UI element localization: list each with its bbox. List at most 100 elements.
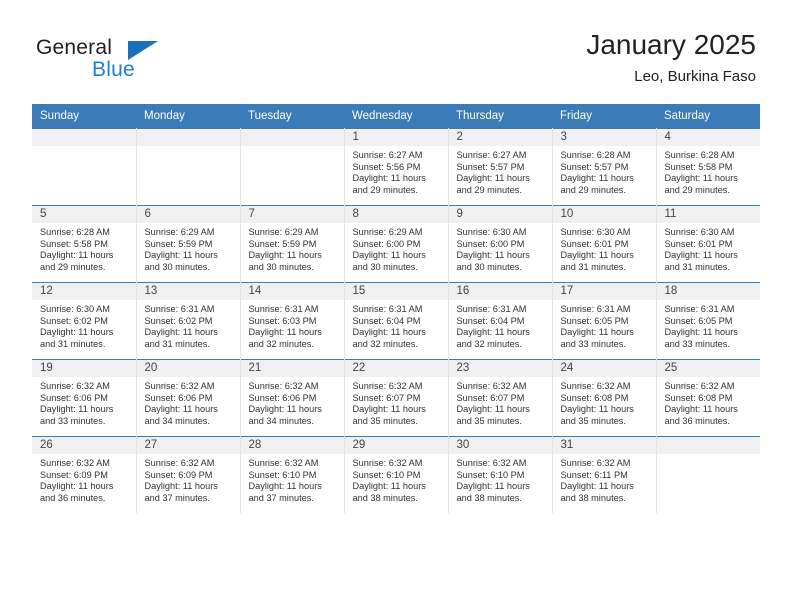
daylight-text-line2: and 29 minutes.: [352, 184, 418, 195]
day-number: 6: [136, 206, 240, 223]
calendar-day-cell[interactable]: 24 Sunrise: 6:32 AM Sunset: 6:08 PM Dayligh…: [552, 359, 657, 437]
sunset-text: Sunset: 6:09 PM: [40, 469, 108, 480]
calendar-day-cell[interactable]: 9 Sunrise: 6:30 AM Sunset: 6:00 PM Daylight…: [448, 205, 553, 283]
day-number: 7: [240, 206, 344, 223]
calendar-day-cell[interactable]: 27 Sunrise: 6:32 AM Sunset: 6:09 PM Dayligh…: [136, 436, 241, 513]
calendar-day-cell[interactable]: 10 Sunrise: 6:30 AM Sunset: 6:01 PM Dayligh…: [552, 205, 657, 283]
calendar-empty-cell: [240, 128, 345, 206]
daylight-text-line1: Daylight: 11 hours: [144, 327, 218, 338]
sunset-text: Sunset: 5:58 PM: [664, 161, 733, 172]
calendar-day-cell[interactable]: 14 Sunrise: 6:31 AM Sunset: 6:03 PM Dayligh…: [240, 282, 345, 360]
sunrise-text: Sunrise: 6:29 AM: [248, 227, 319, 237]
day-number: 4: [656, 129, 760, 146]
sunset-text: Sunset: 6:03 PM: [248, 315, 317, 326]
daylight-text-line1: Daylight: 11 hours: [560, 404, 634, 415]
calendar-week-row: 26 Sunrise: 6:32 AM Sunset: 6:09 PM Dayligh…: [32, 436, 760, 513]
daylight-text-line2: and 33 minutes.: [40, 415, 106, 426]
calendar-day-cell[interactable]: 2 Sunrise: 6:27 AM Sunset: 5:57 PM Daylight…: [448, 128, 553, 206]
calendar-day-cell[interactable]: 15 Sunrise: 6:31 AM Sunset: 6:04 PM Dayligh…: [344, 282, 449, 360]
calendar-day-cell[interactable]: 26 Sunrise: 6:32 AM Sunset: 6:09 PM Dayligh…: [32, 436, 137, 513]
daylight-text-line2: and 33 minutes.: [664, 338, 730, 349]
calendar-day-cell[interactable]: 12 Sunrise: 6:30 AM Sunset: 6:02 PM Dayligh…: [32, 282, 137, 360]
calendar-day-cell[interactable]: 5 Sunrise: 6:28 AM Sunset: 5:58 PM Daylight…: [32, 205, 137, 283]
calendar-day-cell[interactable]: 25 Sunrise: 6:32 AM Sunset: 6:08 PM Dayligh…: [656, 359, 760, 437]
day-number: 15: [344, 283, 448, 300]
sunrise-text: Sunrise: 6:32 AM: [352, 381, 423, 391]
calendar-day-cell[interactable]: 16 Sunrise: 6:31 AM Sunset: 6:04 PM Dayligh…: [448, 282, 553, 360]
day-details: Sunrise: 6:32 AM Sunset: 6:09 PM Daylight:…: [137, 454, 240, 504]
day-number: 23: [448, 360, 552, 377]
sunset-text: Sunset: 5:57 PM: [456, 161, 525, 172]
sunrise-text: Sunrise: 6:31 AM: [352, 304, 423, 314]
sunset-text: Sunset: 6:07 PM: [352, 392, 421, 403]
sunset-text: Sunset: 6:11 PM: [560, 469, 628, 480]
sunrise-text: Sunrise: 6:30 AM: [456, 227, 527, 237]
calendar-day-cell[interactable]: 22 Sunrise: 6:32 AM Sunset: 6:07 PM Dayligh…: [344, 359, 449, 437]
day-number: 30: [448, 437, 552, 454]
day-number: 16: [448, 283, 552, 300]
daylight-text-line1: Daylight: 11 hours: [248, 481, 322, 492]
calendar-day-cell[interactable]: 29 Sunrise: 6:32 AM Sunset: 6:10 PM Dayligh…: [344, 436, 449, 513]
page-subtitle: Leo, Burkina Faso: [634, 68, 756, 85]
daylight-text-line2: and 33 minutes.: [560, 338, 626, 349]
calendar-day-cell[interactable]: 17 Sunrise: 6:31 AM Sunset: 6:05 PM Dayligh…: [552, 282, 657, 360]
sunset-text: Sunset: 5:58 PM: [40, 238, 108, 249]
calendar-week-row: 19 Sunrise: 6:32 AM Sunset: 6:06 PM Dayligh…: [32, 359, 760, 437]
calendar-day-cell[interactable]: 18 Sunrise: 6:31 AM Sunset: 6:05 PM Dayligh…: [656, 282, 760, 360]
sunrise-text: Sunrise: 6:32 AM: [40, 458, 110, 468]
calendar-day-cell[interactable]: 1 Sunrise: 6:27 AM Sunset: 5:56 PM Daylight…: [344, 128, 449, 206]
sunset-text: Sunset: 6:10 PM: [352, 469, 421, 480]
calendar-day-cell[interactable]: 13 Sunrise: 6:31 AM Sunset: 6:02 PM Dayligh…: [136, 282, 241, 360]
sunrise-text: Sunrise: 6:32 AM: [352, 458, 423, 468]
calendar-day-cell[interactable]: 23 Sunrise: 6:32 AM Sunset: 6:07 PM Dayligh…: [448, 359, 553, 437]
daylight-text-line1: Daylight: 11 hours: [352, 327, 426, 338]
day-number: 2: [448, 129, 552, 146]
daylight-text-line2: and 37 minutes.: [144, 492, 210, 503]
day-details: Sunrise: 6:32 AM Sunset: 6:06 PM Daylight:…: [241, 377, 344, 427]
title-block: January 2025 Leo, Burkina Faso: [586, 28, 756, 88]
calendar-day-cell[interactable]: 7 Sunrise: 6:29 AM Sunset: 5:59 PM Daylight…: [240, 205, 345, 283]
calendar-day-cell[interactable]: 3 Sunrise: 6:28 AM Sunset: 5:57 PM Daylight…: [552, 128, 657, 206]
sunrise-text: Sunrise: 6:29 AM: [144, 227, 215, 237]
sunrise-text: Sunrise: 6:32 AM: [40, 381, 110, 391]
calendar-day-cell[interactable]: 11 Sunrise: 6:30 AM Sunset: 6:01 PM Dayligh…: [656, 205, 761, 283]
day-details: Sunrise: 6:30 AM Sunset: 6:01 PM Daylight:…: [657, 223, 761, 273]
weekday-header-friday: Friday: [552, 104, 656, 129]
calendar-day-cell[interactable]: 6 Sunrise: 6:29 AM Sunset: 5:59 PM Daylight…: [136, 205, 241, 283]
weekday-header-monday: Monday: [136, 104, 240, 129]
sunrise-text: Sunrise: 6:32 AM: [144, 381, 215, 391]
daylight-text-line1: Daylight: 11 hours: [40, 481, 114, 492]
calendar-week-row: 5 Sunrise: 6:28 AM Sunset: 5:58 PM Daylight…: [32, 205, 761, 283]
calendar-empty-cell: [656, 436, 760, 513]
calendar-day-cell[interactable]: 30 Sunrise: 6:32 AM Sunset: 6:10 PM Dayligh…: [448, 436, 553, 513]
daylight-text-line1: Daylight: 11 hours: [456, 481, 530, 492]
day-number: [656, 437, 760, 454]
daylight-text-line2: and 31 minutes.: [664, 261, 730, 272]
calendar-day-cell[interactable]: 21 Sunrise: 6:32 AM Sunset: 6:06 PM Dayligh…: [240, 359, 345, 437]
weekday-header-sunday: Sunday: [32, 104, 136, 129]
general-blue-logo[interactable]: General Blue: [36, 36, 246, 86]
calendar-day-cell[interactable]: 4 Sunrise: 6:28 AM Sunset: 5:58 PM Daylight…: [656, 128, 760, 206]
day-number: 22: [344, 360, 448, 377]
day-number: 26: [32, 437, 136, 454]
day-number: [136, 129, 240, 146]
day-details: Sunrise: 6:27 AM Sunset: 5:57 PM Daylight:…: [449, 146, 552, 196]
daylight-text-line1: Daylight: 11 hours: [352, 173, 426, 184]
day-details: Sunrise: 6:29 AM Sunset: 6:00 PM Daylight:…: [345, 223, 448, 273]
sunrise-text: Sunrise: 6:28 AM: [40, 227, 110, 237]
day-details: [32, 146, 136, 150]
daylight-text-line1: Daylight: 11 hours: [40, 327, 114, 338]
day-details: Sunrise: 6:31 AM Sunset: 6:05 PM Daylight:…: [553, 300, 656, 350]
sunset-text: Sunset: 6:10 PM: [456, 469, 525, 480]
calendar-day-cell[interactable]: 20 Sunrise: 6:32 AM Sunset: 6:06 PM Dayligh…: [136, 359, 241, 437]
weekday-header-wednesday: Wednesday: [344, 104, 448, 129]
sunset-text: Sunset: 6:08 PM: [664, 392, 733, 403]
daylight-text-line2: and 32 minutes.: [456, 338, 522, 349]
calendar-day-cell[interactable]: 8 Sunrise: 6:29 AM Sunset: 6:00 PM Daylight…: [344, 205, 449, 283]
calendar-day-cell[interactable]: 28 Sunrise: 6:32 AM Sunset: 6:10 PM Dayligh…: [240, 436, 345, 513]
sunset-text: Sunset: 6:06 PM: [248, 392, 317, 403]
calendar-day-cell[interactable]: 19 Sunrise: 6:32 AM Sunset: 6:06 PM Dayligh…: [32, 359, 137, 437]
day-details: Sunrise: 6:32 AM Sunset: 6:06 PM Daylight:…: [137, 377, 240, 427]
sunrise-text: Sunrise: 6:32 AM: [560, 381, 631, 391]
calendar-day-cell[interactable]: 31 Sunrise: 6:32 AM Sunset: 6:11 PM Dayligh…: [552, 436, 657, 513]
